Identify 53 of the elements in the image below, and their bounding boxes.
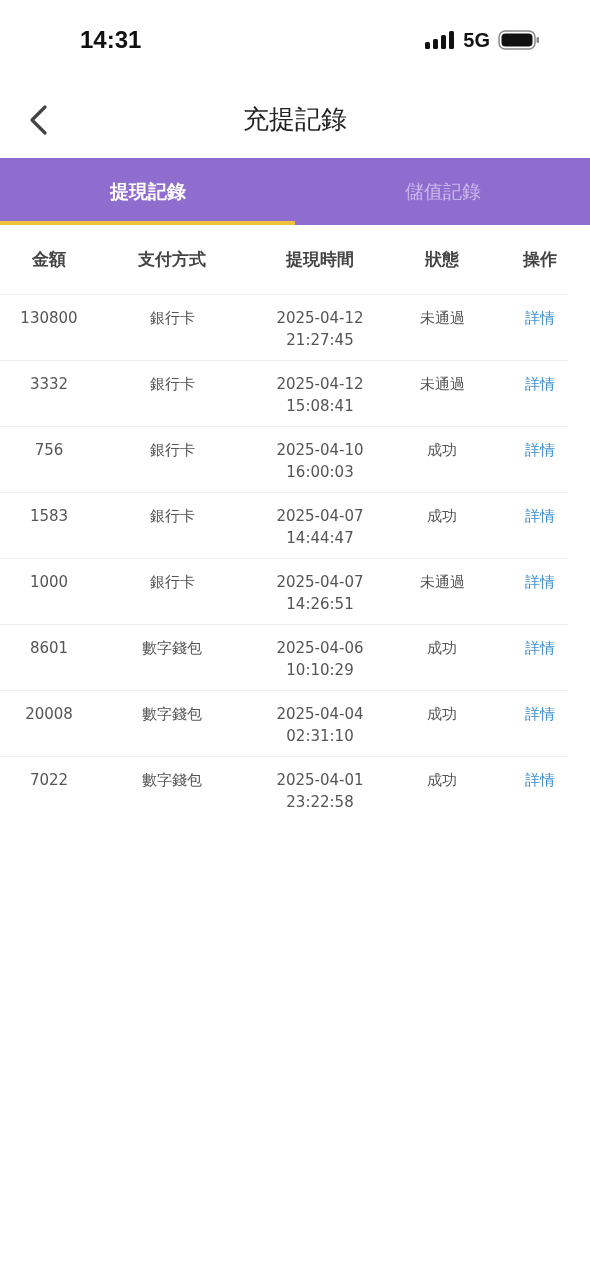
amount-cell-text: 8601: [28, 638, 70, 659]
amount-cell-text: 130800: [19, 308, 79, 329]
details-link[interactable]: 詳情: [525, 375, 555, 393]
method-cell-text: 銀行卡: [148, 440, 196, 461]
time-cell-text: 2025-04-04 02:31:10: [275, 704, 365, 747]
time-cell-text: 2025-04-10 16:00:03: [275, 440, 365, 483]
tab[interactable]: 提現記錄: [0, 158, 295, 225]
details-link[interactable]: 詳情: [525, 441, 555, 459]
page-title: 充提記錄: [243, 102, 347, 136]
time-cell-text: 2025-04-12 15:08:41: [275, 374, 365, 417]
status-cell-text: 成功: [426, 440, 458, 461]
column-header: 操作: [521, 248, 558, 271]
status-cell-text: 成功: [426, 770, 458, 791]
time-cell-text: 2025-04-01 23:22:58: [275, 770, 365, 813]
time-cell-text: 2025-04-07 14:44:47: [275, 506, 365, 549]
method-cell-text: 數字錢包: [141, 638, 203, 659]
time-cell-text: 2025-04-12 21:27:45: [275, 308, 365, 351]
amount-cell-text: 7022: [28, 770, 70, 791]
method-cell-text: 銀行卡: [148, 374, 196, 395]
status-cell-text: 未通過: [418, 308, 466, 329]
tab[interactable]: 儲值記錄: [295, 158, 590, 225]
method-cell-text: 銀行卡: [148, 572, 196, 593]
status-cell-text: 未通過: [418, 572, 466, 593]
battery-icon: [498, 30, 540, 50]
details-link[interactable]: 詳情: [525, 639, 555, 657]
status-time: 14:31: [80, 26, 142, 54]
details-link[interactable]: 詳情: [525, 705, 555, 723]
method-cell-text: 銀行卡: [148, 506, 196, 527]
amount-cell-text: 3332: [28, 374, 70, 395]
amount-cell-text: 20008: [24, 704, 74, 725]
details-link[interactable]: 詳情: [525, 507, 555, 525]
column-header: 金額: [31, 248, 67, 271]
amount-cell-text: 1583: [28, 506, 70, 527]
method-cell-text: 銀行卡: [148, 308, 196, 329]
status-cell-text: 成功: [426, 638, 458, 659]
details-link[interactable]: 詳情: [525, 771, 555, 789]
status-cell-text: 未通過: [418, 374, 466, 395]
amount-cell-text: 756: [33, 440, 65, 461]
back-icon[interactable]: [28, 104, 48, 136]
time-cell-text: 2025-04-06 10:10:29: [275, 638, 365, 681]
column-header: 支付方式: [137, 248, 207, 271]
column-header: 提現時間: [284, 248, 355, 271]
details-link[interactable]: 詳情: [525, 573, 555, 591]
time-cell-text: 2025-04-07 14:26:51: [275, 572, 365, 615]
method-cell-text: 數字錢包: [141, 770, 203, 791]
signal-icon: [425, 31, 456, 49]
status-cell-text: 成功: [426, 704, 458, 725]
network-label: 5G: [463, 28, 490, 52]
amount-cell-text: 1000: [28, 572, 70, 593]
details-link[interactable]: 詳情: [525, 309, 555, 327]
method-cell-text: 數字錢包: [141, 704, 203, 725]
status-cell-text: 成功: [426, 506, 458, 527]
column-header: 狀態: [424, 248, 460, 271]
